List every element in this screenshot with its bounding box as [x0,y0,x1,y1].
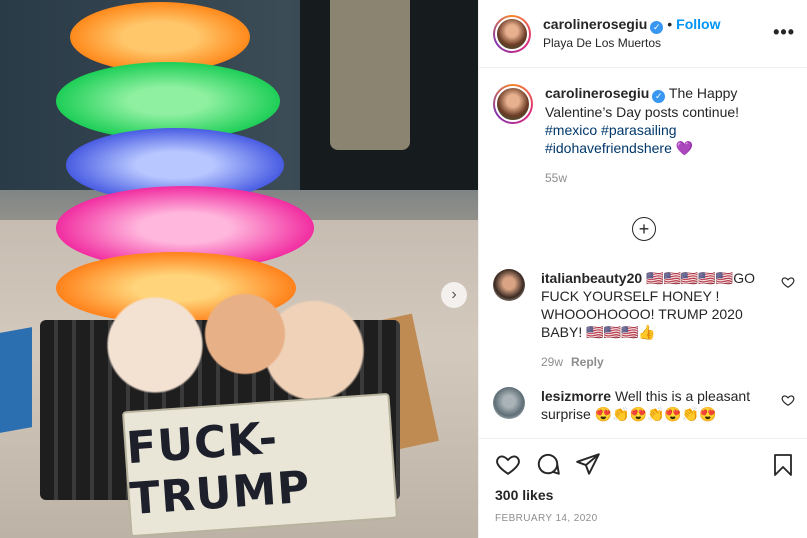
caption-avatar[interactable] [493,84,533,124]
instagram-post-view: FUCK-TRUMP › carolinerosegiu ✓ • Follow Pla… [0,0,807,538]
author-info: carolinerosegiu ✓ • Follow Playa De Los Mue… [543,15,721,52]
hashtag-parasailing[interactable]: #parasailing [601,122,677,138]
license-plate-sign: FUCK-TRUMP [121,392,399,538]
verified-icon: ✓ [650,21,664,34]
hashtag-idohavefriendshere[interactable]: #idohavefriendshere [545,140,672,156]
post-date[interactable]: FEBRUARY 14, 2020 [495,513,795,524]
post-header: carolinerosegiu ✓ • Follow Playa De Los Mue… [479,0,807,68]
comment-item: lesizmorre Well this is a pleasant surpr… [493,387,795,423]
bookmark-icon[interactable] [771,453,795,477]
shells-pile [80,290,380,400]
heart-icon[interactable] [781,393,795,407]
caption: carolinerosegiu ✓ The Happy Valentine’s D… [493,84,795,187]
comment-item: italianbeauty20 🇺🇸🇺🇸🇺🇸🇺🇸🇺🇸GO FUCK YOURSE… [493,269,795,371]
heart-icon[interactable] [495,451,521,477]
next-photo-button[interactable]: › [441,282,467,308]
post-location[interactable]: Playa De Los Muertos [543,34,721,52]
post-side-panel: carolinerosegiu ✓ • Follow Playa De Los Mue… [478,0,807,538]
commenter-avatar[interactable] [493,387,525,419]
comment-timestamp[interactable]: 29w [541,355,563,369]
reply-button[interactable]: Reply [571,355,604,369]
comment-username[interactable]: lesizmorre [541,388,611,404]
caption-body: carolinerosegiu ✓ The Happy Valentine’s D… [545,84,763,187]
likes-count[interactable]: 300 likes [495,487,795,503]
more-options-icon[interactable]: ••• [773,22,795,43]
caption-username[interactable]: carolinerosegiu [545,85,649,101]
post-footer: 300 likes FEBRUARY 14, 2020 [479,438,807,538]
hashtag-mexico[interactable]: #mexico [545,122,597,138]
blue-object [0,327,32,433]
sign-text: FUCK-TRUMP [124,412,313,526]
comment-meta: 29w Reply [541,353,761,371]
separator-dot: • [667,16,673,32]
caption-timestamp[interactable]: 55w [545,169,763,187]
comment-username[interactable]: italianbeauty20 [541,270,642,286]
action-bar [495,449,795,479]
add-comments-icon[interactable]: + [632,217,656,241]
author-username[interactable]: carolinerosegiu [543,16,647,32]
comment-body: italianbeauty20 🇺🇸🇺🇸🇺🇸🇺🇸🇺🇸GO FUCK YOURSE… [541,269,761,371]
comment-icon[interactable] [535,451,561,477]
comment-body: lesizmorre Well this is a pleasant surpr… [541,387,761,423]
chevron-right-icon: › [451,286,457,303]
verified-icon: ✓ [652,90,666,103]
commenter-avatar[interactable] [493,269,525,301]
person-legs [330,0,410,150]
post-photo[interactable]: FUCK-TRUMP › [0,0,478,538]
purple-heart-emoji: 💜 [675,140,694,156]
share-icon[interactable] [575,451,601,477]
comments-section: carolinerosegiu ✓ The Happy Valentine’s D… [479,68,807,438]
follow-button[interactable]: Follow [676,16,720,32]
author-avatar[interactable] [493,14,531,53]
heart-icon[interactable] [781,275,795,289]
